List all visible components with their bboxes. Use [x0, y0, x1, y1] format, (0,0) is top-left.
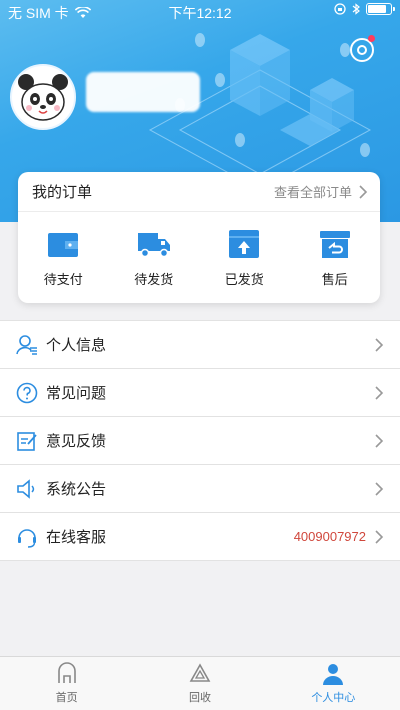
chevron-right-icon [375, 433, 384, 448]
tab-recycle[interactable]: 回收 [133, 657, 266, 710]
return-box-icon [319, 230, 350, 258]
settings-menu: 个人信息 常见问题 意见反馈 系统公告 在线客服 4009007972 [0, 320, 400, 561]
menu-personal-info[interactable]: 个人信息 [0, 321, 400, 369]
menu-item-label: 意见反馈 [46, 432, 107, 450]
order-shipped[interactable]: 已发货 [199, 212, 290, 302]
order-pending-shipment[interactable]: 待发货 [109, 212, 200, 302]
person-info-icon [16, 334, 37, 355]
view-all-orders-label: 查看全部订单 [273, 186, 352, 201]
my-orders-card: 我的订单 查看全部订单 待支付 待发货 已发货 售后 [18, 172, 380, 303]
tab-label: 回收 [188, 691, 211, 704]
chevron-right-icon [375, 337, 384, 352]
menu-customer-service[interactable]: 在线客服 4009007972 [0, 513, 400, 561]
menu-item-label: 常见问题 [46, 384, 107, 402]
notification-dot [368, 35, 375, 42]
tab-home[interactable]: 首页 [0, 657, 133, 710]
menu-item-label: 在线客服 [46, 528, 107, 546]
lock-rotation-icon [334, 3, 346, 15]
menu-item-label: 系统公告 [46, 480, 107, 498]
orders-title: 我的订单 [32, 183, 93, 201]
box-up-icon [229, 229, 260, 258]
question-icon [16, 382, 38, 403]
speaker-icon [17, 478, 35, 499]
menu-announcements[interactable]: 系统公告 [0, 465, 400, 513]
username-redacted [86, 72, 200, 112]
truck-icon [137, 232, 170, 257]
recycle-icon [189, 663, 211, 682]
menu-feedback[interactable]: 意见反馈 [0, 417, 400, 465]
battery-icon [366, 3, 395, 15]
order-item-label: 待支付 [43, 272, 83, 288]
order-after-sales[interactable]: 售后 [290, 212, 381, 302]
bottom-tab-bar: 首页 回收 个人中心 [0, 656, 400, 710]
order-pending-payment[interactable]: 待支付 [18, 212, 109, 302]
chevron-right-icon [359, 184, 368, 199]
orders-header[interactable]: 我的订单 查看全部订单 [18, 172, 380, 212]
menu-faq[interactable]: 常见问题 [0, 369, 400, 417]
view-all-orders-link[interactable]: 查看全部订单 [274, 182, 368, 201]
order-item-label: 待发货 [134, 272, 174, 288]
tab-label: 个人中心 [311, 691, 356, 704]
user-icon [323, 664, 344, 685]
order-item-label: 售后 [321, 272, 348, 288]
chevron-right-icon [375, 385, 384, 400]
settings-button[interactable] [348, 35, 376, 64]
order-item-label: 已发货 [224, 272, 264, 288]
chevron-right-icon [375, 481, 384, 496]
feedback-icon [17, 431, 37, 451]
menu-item-label: 个人信息 [46, 336, 107, 354]
headset-icon [18, 528, 36, 548]
avatar[interactable] [10, 64, 76, 130]
panda-avatar-icon [18, 74, 68, 121]
bluetooth-icon [352, 3, 360, 15]
home-icon [57, 662, 76, 683]
service-phone-number[interactable]: 4009007972 [294, 529, 366, 544]
wallet-icon [48, 232, 79, 257]
status-bar: 无 SIM 卡 下午12:12 [0, 0, 400, 22]
tab-label: 首页 [55, 691, 78, 704]
tab-profile[interactable]: 个人中心 [267, 657, 400, 710]
chevron-right-icon [375, 529, 384, 544]
